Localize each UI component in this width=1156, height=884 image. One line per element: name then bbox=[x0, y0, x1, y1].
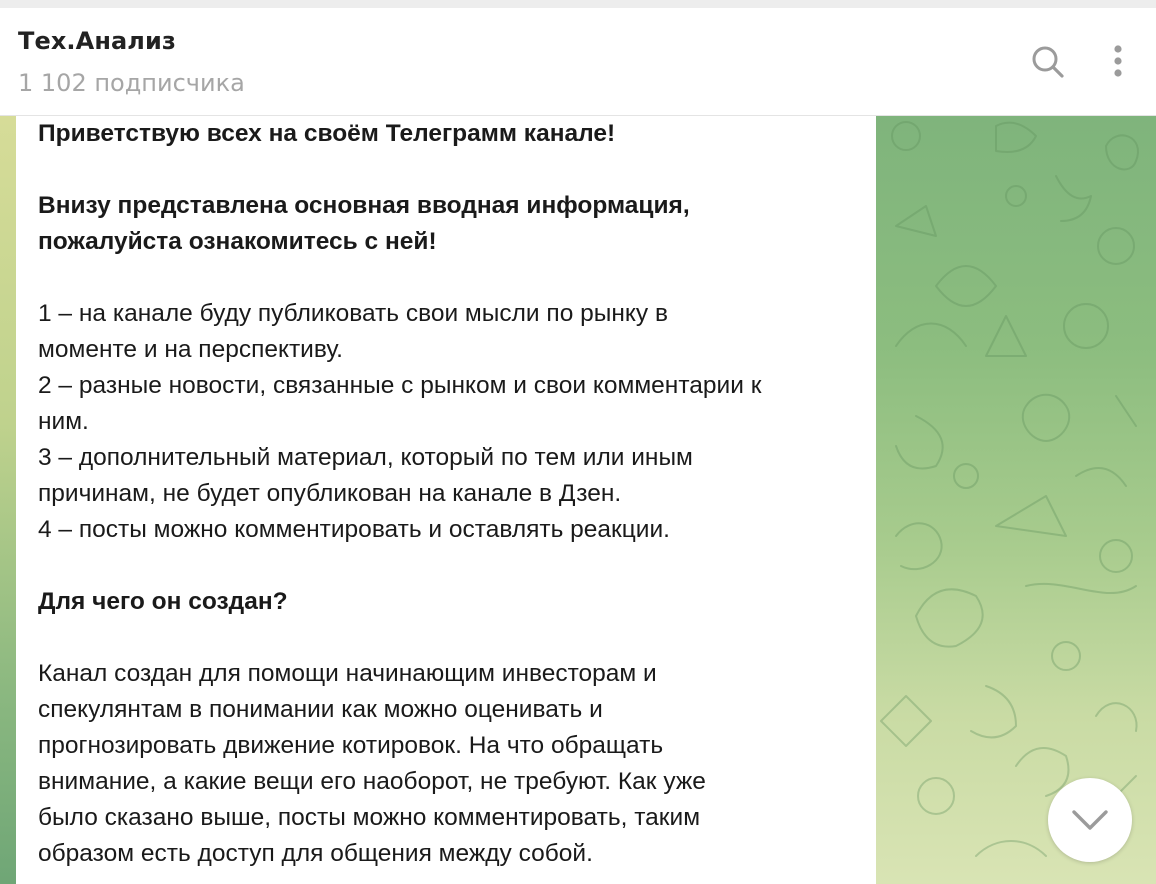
channel-header[interactable]: Тех.Анализ 1 102 подписчика bbox=[0, 8, 1156, 116]
chevron-down-icon bbox=[1072, 810, 1108, 830]
chat-area[interactable]: Приветствую всех на своём Телеграмм кана… bbox=[0, 116, 1156, 884]
message-paragraph-line: спекулянтам в понимании как можно оценив… bbox=[38, 696, 603, 723]
more-vertical-icon bbox=[1114, 45, 1122, 77]
window-top-strip bbox=[0, 0, 1156, 8]
message-paragraph-line: прогнозировать движение котировок. На чт… bbox=[38, 732, 664, 759]
message-intro-line: Внизу представлена основная вводная инфо… bbox=[38, 192, 690, 219]
channel-title[interactable]: Тех.Анализ bbox=[18, 27, 176, 55]
message-intro-line: пожалуйста ознакомитесь с ней! bbox=[38, 228, 437, 255]
message-list-line: 3 – дополнительный материал, который по … bbox=[38, 444, 693, 471]
wallpaper-pattern bbox=[880, 121, 1139, 857]
scroll-down-button[interactable] bbox=[1048, 778, 1132, 862]
subscriber-count: 1 102 подписчика bbox=[18, 69, 245, 97]
wallpaper-left-edge bbox=[0, 116, 16, 884]
more-options-button[interactable] bbox=[1094, 38, 1144, 88]
message-bubble[interactable]: Приветствую всех на своём Телеграмм кана… bbox=[16, 116, 876, 884]
search-button[interactable] bbox=[1024, 38, 1074, 88]
message-list-line: 2 – разные новости, связанные с рынком и… bbox=[38, 372, 762, 399]
message-list-line: причинам, не будет опубликован на канале… bbox=[38, 480, 622, 507]
message-section-heading: Для чего он создан? bbox=[38, 588, 288, 615]
telegram-channel-window: Тех.Анализ 1 102 подписчика Приветствую … bbox=[0, 0, 1156, 884]
message-paragraph-line: Канал создан для помощи начинающим инвес… bbox=[38, 660, 657, 687]
message-list-line: 1 – на канале буду публиковать свои мысл… bbox=[38, 300, 668, 327]
message-list-line: моменте и на перспективу. bbox=[38, 336, 343, 363]
message-paragraph-line: внимание, а какие вещи его наоборот, не … bbox=[38, 768, 706, 795]
message-text[interactable]: Приветствую всех на своём Телеграмм кана… bbox=[38, 116, 868, 872]
message-greeting: Приветствую всех на своём Телеграмм кана… bbox=[38, 120, 616, 147]
message-list-line: 4 – посты можно комментировать и оставля… bbox=[38, 516, 670, 543]
message-paragraph-line: было сказано выше, посты можно комментир… bbox=[38, 804, 701, 831]
search-icon bbox=[1032, 46, 1064, 78]
message-list-line: ним. bbox=[38, 408, 89, 435]
message-paragraph-line: образом есть доступ для общения между со… bbox=[38, 840, 593, 867]
